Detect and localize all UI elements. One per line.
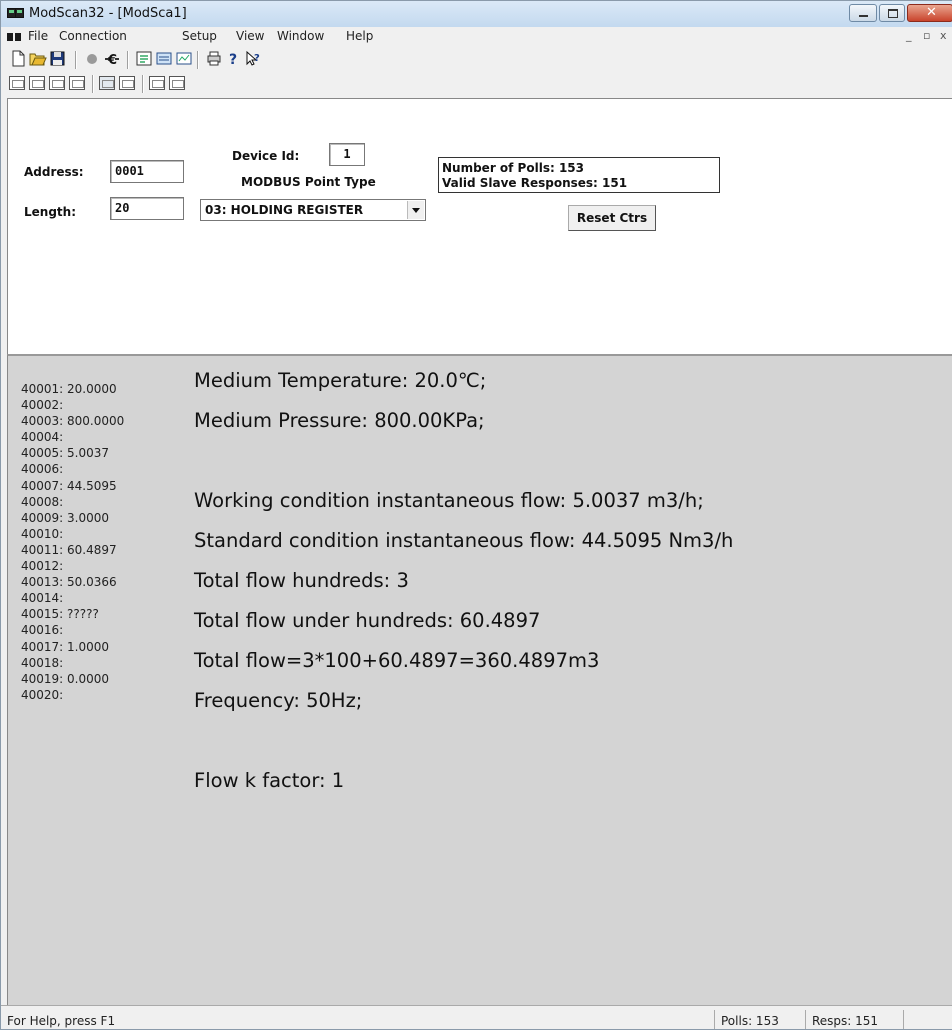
svg-text:?: ? — [229, 52, 237, 67]
coil-status-icon[interactable] — [9, 76, 25, 90]
note-standard-flow: Standard condition instantaneous flow: 4… — [194, 529, 734, 552]
app-icon — [7, 8, 24, 18]
note-working-flow: Working condition instantaneous flow: 5.… — [194, 489, 704, 512]
display-decimal-icon[interactable] — [99, 76, 115, 90]
register-row[interactable]: 40014: — [21, 590, 124, 606]
valid-responses-count: Valid Slave Responses: 151 — [442, 176, 628, 190]
point-type-value: 03: HOLDING REGISTER — [205, 203, 364, 217]
register-list: 40001: 20.0000 40002: 40003: 800.0000 40… — [21, 381, 124, 703]
title-bar[interactable]: ModScan32 - [ModSca1] ✕ — [1, 1, 952, 27]
input-register-icon[interactable] — [49, 76, 65, 90]
holding-register-icon[interactable] — [69, 76, 85, 90]
data-definition-icon[interactable] — [155, 50, 173, 67]
device-id-label: Device Id: — [232, 149, 300, 163]
svg-text:?: ? — [254, 53, 260, 64]
close-icon: ✕ — [926, 5, 937, 20]
note-frequency: Frequency: 50Hz; — [194, 689, 363, 712]
register-row[interactable]: 40004: — [21, 429, 124, 445]
maximize-icon — [888, 9, 898, 18]
show-traffic-icon[interactable] — [175, 50, 193, 67]
note-medium-pressure: Medium Pressure: 800.00KPa; — [194, 409, 485, 432]
point-type-select[interactable]: 03: HOLDING REGISTER — [200, 199, 426, 221]
register-row[interactable]: 40002: — [21, 397, 124, 413]
length-label: Length: — [24, 205, 76, 219]
length-input[interactable]: 20 — [110, 197, 184, 220]
input-status-icon[interactable] — [29, 76, 45, 90]
register-row[interactable]: 40011: 60.4897 — [21, 542, 124, 558]
register-row[interactable]: 40017: 1.0000 — [21, 639, 124, 655]
context-help-icon[interactable]: ? — [245, 50, 263, 67]
reset-counters-button[interactable]: Reset Ctrs — [568, 205, 656, 231]
status-bar: For Help, press F1 Polls: 153 Resps: 151 — [1, 1005, 952, 1029]
address-label: Address: — [24, 165, 84, 179]
address-input[interactable]: 0001 — [110, 160, 184, 183]
menu-help[interactable]: Help — [346, 29, 373, 43]
minimize-button[interactable] — [849, 4, 877, 22]
register-row[interactable]: 40001: 20.0000 — [21, 381, 124, 397]
new-icon[interactable] — [9, 50, 27, 67]
register-row[interactable]: 40005: 5.0037 — [21, 445, 124, 461]
print-icon[interactable] — [205, 50, 223, 67]
register-row[interactable]: 40010: — [21, 526, 124, 542]
register-row[interactable]: 40020: — [21, 687, 124, 703]
mdi-close-button[interactable]: x — [940, 29, 947, 42]
open-icon[interactable] — [29, 50, 47, 67]
register-row[interactable]: 40006: — [21, 461, 124, 477]
window-title: ModScan32 - [ModSca1] — [29, 6, 187, 21]
status-polls: Polls: 153 — [721, 1014, 779, 1028]
display-options-icon[interactable] — [135, 50, 153, 67]
register-data-pane — [7, 354, 952, 1005]
note-total-flow-under-hundreds: Total flow under hundreds: 60.4897 — [194, 609, 541, 632]
app-window: ModScan32 - [ModSca1] ✕ File Connection … — [0, 0, 952, 1030]
register-row[interactable]: 40009: 3.0000 — [21, 510, 124, 526]
svg-text:€: € — [107, 53, 117, 67]
status-help-text: For Help, press F1 — [7, 1014, 116, 1028]
register-row[interactable]: 40018: — [21, 655, 124, 671]
register-row[interactable]: 40008: — [21, 494, 124, 510]
register-row[interactable]: 40007: 44.5095 — [21, 478, 124, 494]
connect-icon[interactable] — [83, 50, 101, 67]
display-double-icon[interactable] — [169, 76, 185, 90]
mdi-restore-button[interactable]: ▫ — [923, 29, 930, 42]
polls-count: Number of Polls: 153 — [442, 161, 584, 175]
about-icon[interactable]: ? — [225, 50, 243, 67]
save-icon[interactable] — [49, 50, 67, 67]
document-icon[interactable] — [7, 33, 23, 42]
point-type-label: MODBUS Point Type — [241, 175, 376, 189]
register-row[interactable]: 40015: ????? — [21, 606, 124, 622]
menu-connection[interactable]: Connection — [59, 29, 127, 43]
display-hex-icon[interactable] — [119, 76, 135, 90]
note-medium-temperature: Medium Temperature: 20.0℃; — [194, 369, 487, 392]
note-total-flow-hundreds: Total flow hundreds: 3 — [194, 569, 409, 592]
register-row[interactable]: 40019: 0.0000 — [21, 671, 124, 687]
register-row[interactable]: 40012: — [21, 558, 124, 574]
poll-stats-box: Number of Polls: 153 Valid Slave Respons… — [438, 157, 720, 193]
register-row[interactable]: 40003: 800.0000 — [21, 413, 124, 429]
status-resps: Resps: 151 — [812, 1014, 879, 1028]
menu-file[interactable]: File — [28, 29, 48, 43]
register-row[interactable]: 40016: — [21, 622, 124, 638]
menu-view[interactable]: View — [236, 29, 264, 43]
display-float-icon[interactable] — [149, 76, 165, 90]
device-id-input[interactable]: 1 — [329, 143, 365, 166]
menu-setup[interactable]: Setup — [182, 29, 217, 43]
menu-window[interactable]: Window — [277, 29, 324, 43]
disconnect-icon[interactable]: € — [103, 50, 121, 67]
close-button[interactable]: ✕ — [907, 4, 952, 22]
minimize-icon — [859, 15, 868, 17]
note-flow-k-factor: Flow k factor: 1 — [194, 769, 345, 792]
register-row[interactable]: 40013: 50.0366 — [21, 574, 124, 590]
menu-bar: File Connection Setup View Window Help _… — [1, 27, 952, 47]
config-pane: Address: 0001 Length: 20 Device Id: 1 MO… — [7, 98, 952, 354]
maximize-button[interactable] — [879, 4, 905, 22]
note-total-flow: Total flow=3*100+60.4897=360.4897m3 — [194, 649, 600, 672]
chevron-down-icon[interactable] — [407, 201, 424, 219]
mdi-minimize-button[interactable]: _ — [906, 29, 912, 42]
